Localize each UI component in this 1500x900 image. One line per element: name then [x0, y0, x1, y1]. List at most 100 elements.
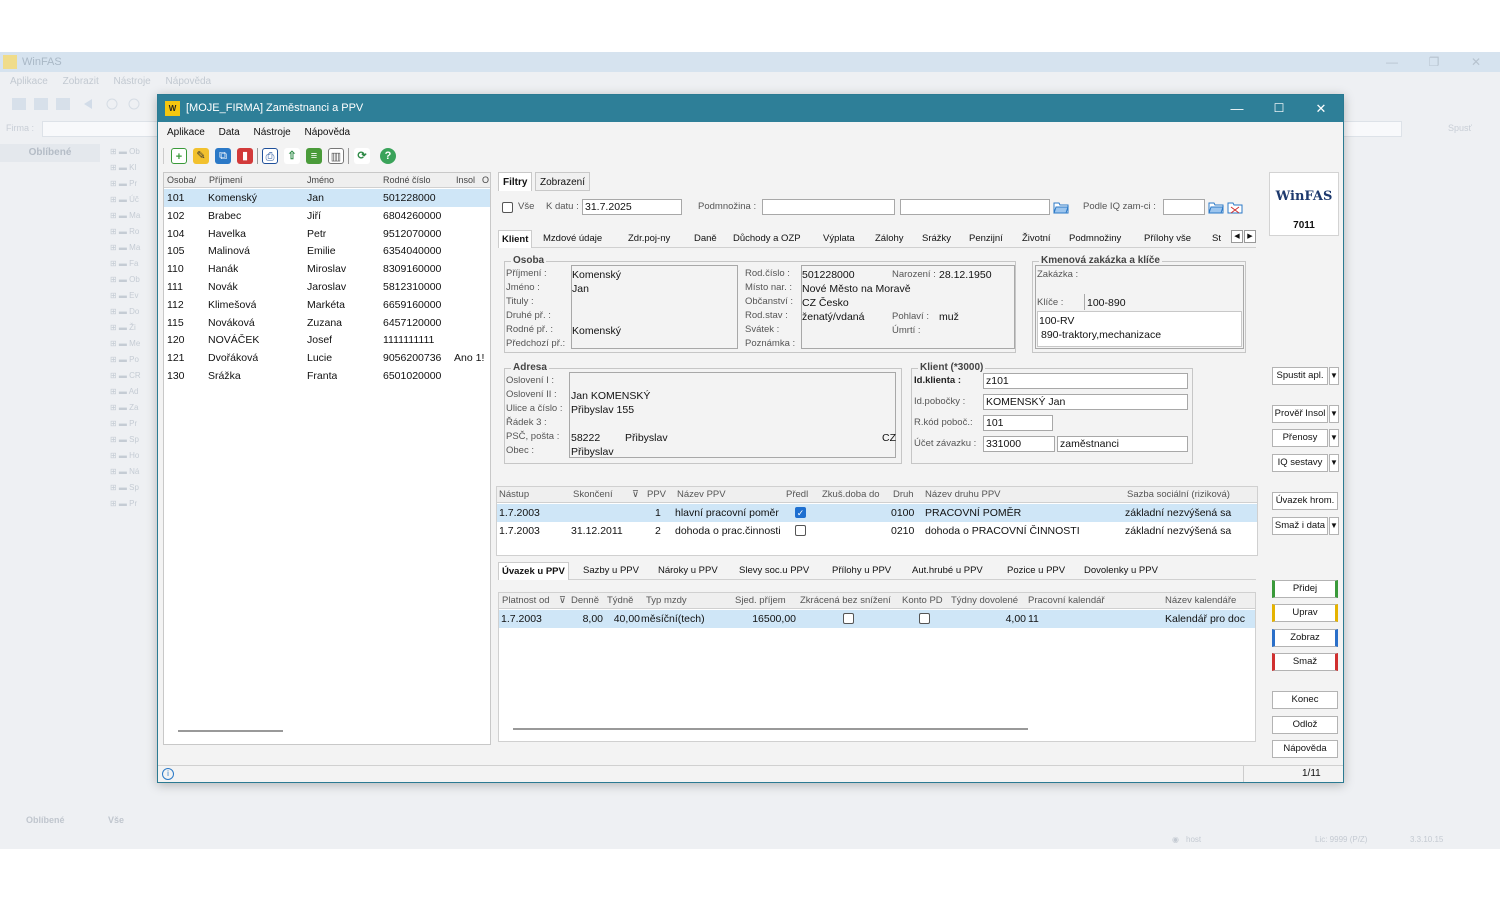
- tab-penzijni[interactable]: Penzijní: [966, 230, 1006, 248]
- menu-aplikace[interactable]: Aplikace: [167, 127, 205, 138]
- table-row[interactable]: 1.7.2003 31.12.2011 2 dohoda o prac.činnost…: [497, 522, 1257, 540]
- col-tydne[interactable]: Týdně: [607, 593, 633, 609]
- tab-zdr-pojny[interactable]: Zdr.poj-ny: [625, 230, 673, 248]
- ucet-name-input[interactable]: zaměstnanci: [1057, 436, 1188, 452]
- tab-naroky-ppv[interactable]: Nároky u PPV: [655, 562, 721, 580]
- tab-dane[interactable]: Daně: [691, 230, 720, 248]
- tab-podmnoziny[interactable]: Podmnožiny: [1066, 230, 1124, 248]
- print-icon[interactable]: ⎙: [262, 148, 278, 164]
- tab-aut-hrube-ppv[interactable]: Aut.hrubé u PPV: [909, 562, 986, 580]
- napoveda-button[interactable]: Nápověda: [1272, 740, 1338, 758]
- col-platnost-od[interactable]: Platnost od: [502, 593, 550, 609]
- col-osoba[interactable]: Osoba/: [167, 173, 196, 188]
- id-pobocky-input[interactable]: KOMENSKÝ Jan: [983, 394, 1188, 410]
- col-typ-mzdy[interactable]: Typ mzdy: [646, 593, 687, 609]
- osoba-details-box[interactable]: 501228000 Nové Město na Moravě CZ Česko …: [801, 265, 1015, 349]
- tab-dovolenky-ppv[interactable]: Dovolenky u PPV: [1081, 562, 1161, 580]
- prover-insol-button[interactable]: Prověř Insol: [1272, 405, 1328, 423]
- export-icon[interactable]: ⇧: [284, 148, 300, 164]
- folder-open-icon[interactable]: [1053, 201, 1069, 214]
- col-insol[interactable]: Insol: [456, 173, 475, 188]
- tab-duchody-ozp[interactable]: Důchody a OZP: [730, 230, 804, 248]
- col-pracovni-kalendar[interactable]: Pracovní kalendář: [1028, 593, 1105, 609]
- maximize-button[interactable]: ☐: [1257, 95, 1301, 122]
- col-sjed-prijem[interactable]: Sjed. příjem: [735, 593, 786, 609]
- table-row[interactable]: 130 Srážka Franta 6501020000: [164, 367, 490, 385]
- copy-icon[interactable]: ⧉: [215, 148, 231, 164]
- table-row[interactable]: 120 NOVÁČEK Josef 1111111111: [164, 331, 490, 349]
- table-row[interactable]: 112 Klimešová Markéta 6659160000: [164, 296, 490, 314]
- table-row[interactable]: 101 Komenský Jan 501228000: [164, 189, 490, 207]
- table-row[interactable]: 1.7.2003 8,00 40,00 měsíční(tech) 16500,00 4,…: [499, 610, 1255, 628]
- klice-list[interactable]: 100-RV 890-traktory,mechanizace: [1037, 311, 1242, 347]
- klic-row-1[interactable]: 100-RV: [1039, 314, 1074, 328]
- table-row[interactable]: 110 Hanák Miroslav 8309160000: [164, 260, 490, 278]
- uvazek-hromadne-button[interactable]: Úvazek hrom.: [1272, 492, 1338, 510]
- uvazek-scrollbar[interactable]: [513, 728, 1028, 730]
- klic-row-2[interactable]: 890-traktory,mechanizace: [1041, 328, 1161, 342]
- tab-mzdove-udaje[interactable]: Mzdové údaje: [540, 230, 605, 248]
- filter-icon[interactable]: ⊽: [632, 487, 639, 503]
- zkracena-checkbox[interactable]: [843, 613, 854, 624]
- tab-zobrazeni[interactable]: Zobrazení: [535, 172, 591, 191]
- col-nazev-druhu[interactable]: Název druhu PPV: [925, 487, 1001, 503]
- col-prijmeni[interactable]: Příjmení: [209, 173, 243, 188]
- vse-checkbox[interactable]: [502, 202, 513, 213]
- iq-sestavy-button[interactable]: IQ sestavy: [1272, 454, 1328, 472]
- iq-dropdown-icon[interactable]: ▼: [1329, 454, 1339, 472]
- col-nazev-kalendare[interactable]: Název kalendáře: [1165, 593, 1236, 609]
- table-row[interactable]: 102 Brabec Jiří 6804260000: [164, 207, 490, 225]
- col-nastup[interactable]: Nástup: [499, 487, 529, 503]
- tab-filtry[interactable]: Filtry: [498, 172, 533, 191]
- tab-st[interactable]: St: [1209, 230, 1224, 248]
- osoba-names-box[interactable]: Komenský Jan Komenský: [571, 265, 738, 349]
- minimize-button[interactable]: —: [1215, 95, 1259, 122]
- uprav-button[interactable]: Uprav: [1272, 604, 1338, 622]
- table-row[interactable]: 1.7.2003 1 hlavní pracovní poměr 0100 PRACOV…: [497, 504, 1257, 522]
- spustit-dropdown-icon[interactable]: ▼: [1329, 367, 1339, 385]
- tab-scroll-right-icon[interactable]: ▶: [1244, 230, 1256, 243]
- odloz-button[interactable]: Odlož: [1272, 716, 1338, 734]
- spustit-aplikaci-button[interactable]: Spustit apl.: [1272, 367, 1328, 385]
- zobraz-button[interactable]: Zobraz: [1272, 629, 1338, 647]
- pridej-button[interactable]: Přidej: [1272, 580, 1338, 598]
- col-ppv[interactable]: PPV: [647, 487, 666, 503]
- tab-sazby-ppv[interactable]: Sazby u PPV: [580, 562, 642, 580]
- kmenova-box[interactable]: Zakázka : Klíče : 100-890 100-RV 890-tra…: [1035, 265, 1244, 349]
- table-row[interactable]: 105 Malinová Emilie 6354040000: [164, 242, 490, 260]
- podle-iq-input[interactable]: [1163, 199, 1205, 215]
- col-sazba[interactable]: Sazba sociální (riziková): [1127, 487, 1230, 503]
- menu-nastroje[interactable]: Nástroje: [254, 127, 291, 138]
- col-tydny-dovolene[interactable]: Týdny dovolené: [951, 593, 1018, 609]
- col-zkracena[interactable]: Zkrácená bez snížení: [800, 593, 891, 609]
- col-denne[interactable]: Denně: [571, 593, 599, 609]
- konec-button[interactable]: Konec: [1272, 691, 1338, 709]
- konto-pd-checkbox[interactable]: [919, 613, 930, 624]
- tab-scroll-left-icon[interactable]: ◀: [1231, 230, 1243, 243]
- tab-zivotni[interactable]: Životní: [1019, 230, 1054, 248]
- list-icon[interactable]: ≡: [306, 148, 322, 164]
- help-icon[interactable]: ?: [380, 148, 396, 164]
- table-row[interactable]: 121 Dvořáková Lucie 9056200736 Ano 1!: [164, 349, 490, 367]
- col-skonceni[interactable]: Skončení: [573, 487, 613, 503]
- prover-dropdown-icon[interactable]: ▼: [1329, 405, 1339, 423]
- edit-icon[interactable]: ✎: [193, 148, 209, 164]
- podmnozina-input[interactable]: [762, 199, 895, 215]
- smaz-data-dropdown-icon[interactable]: ▼: [1329, 517, 1339, 535]
- tab-srazky[interactable]: Srážky: [919, 230, 954, 248]
- predl-checkbox[interactable]: [795, 525, 806, 536]
- col-zkus-doba[interactable]: Zkuš.doba do: [822, 487, 880, 503]
- columns-icon[interactable]: ▥: [328, 148, 344, 164]
- tab-slevy-ppv[interactable]: Slevy soc.u PPV: [736, 562, 812, 580]
- add-icon[interactable]: +: [171, 148, 187, 164]
- close-button[interactable]: ✕: [1299, 95, 1343, 122]
- col-o[interactable]: O: [482, 173, 489, 188]
- info-icon[interactable]: i: [162, 768, 174, 780]
- menu-data[interactable]: Data: [219, 127, 240, 138]
- employee-grid-scrollbar[interactable]: [178, 730, 283, 732]
- col-rodne-cislo[interactable]: Rodné číslo: [383, 173, 431, 188]
- id-klienta-input[interactable]: z101: [983, 373, 1188, 389]
- col-konto-pd[interactable]: Konto PD: [902, 593, 943, 609]
- tab-klient[interactable]: Klient: [498, 230, 533, 248]
- prenosy-dropdown-icon[interactable]: ▼: [1329, 429, 1339, 447]
